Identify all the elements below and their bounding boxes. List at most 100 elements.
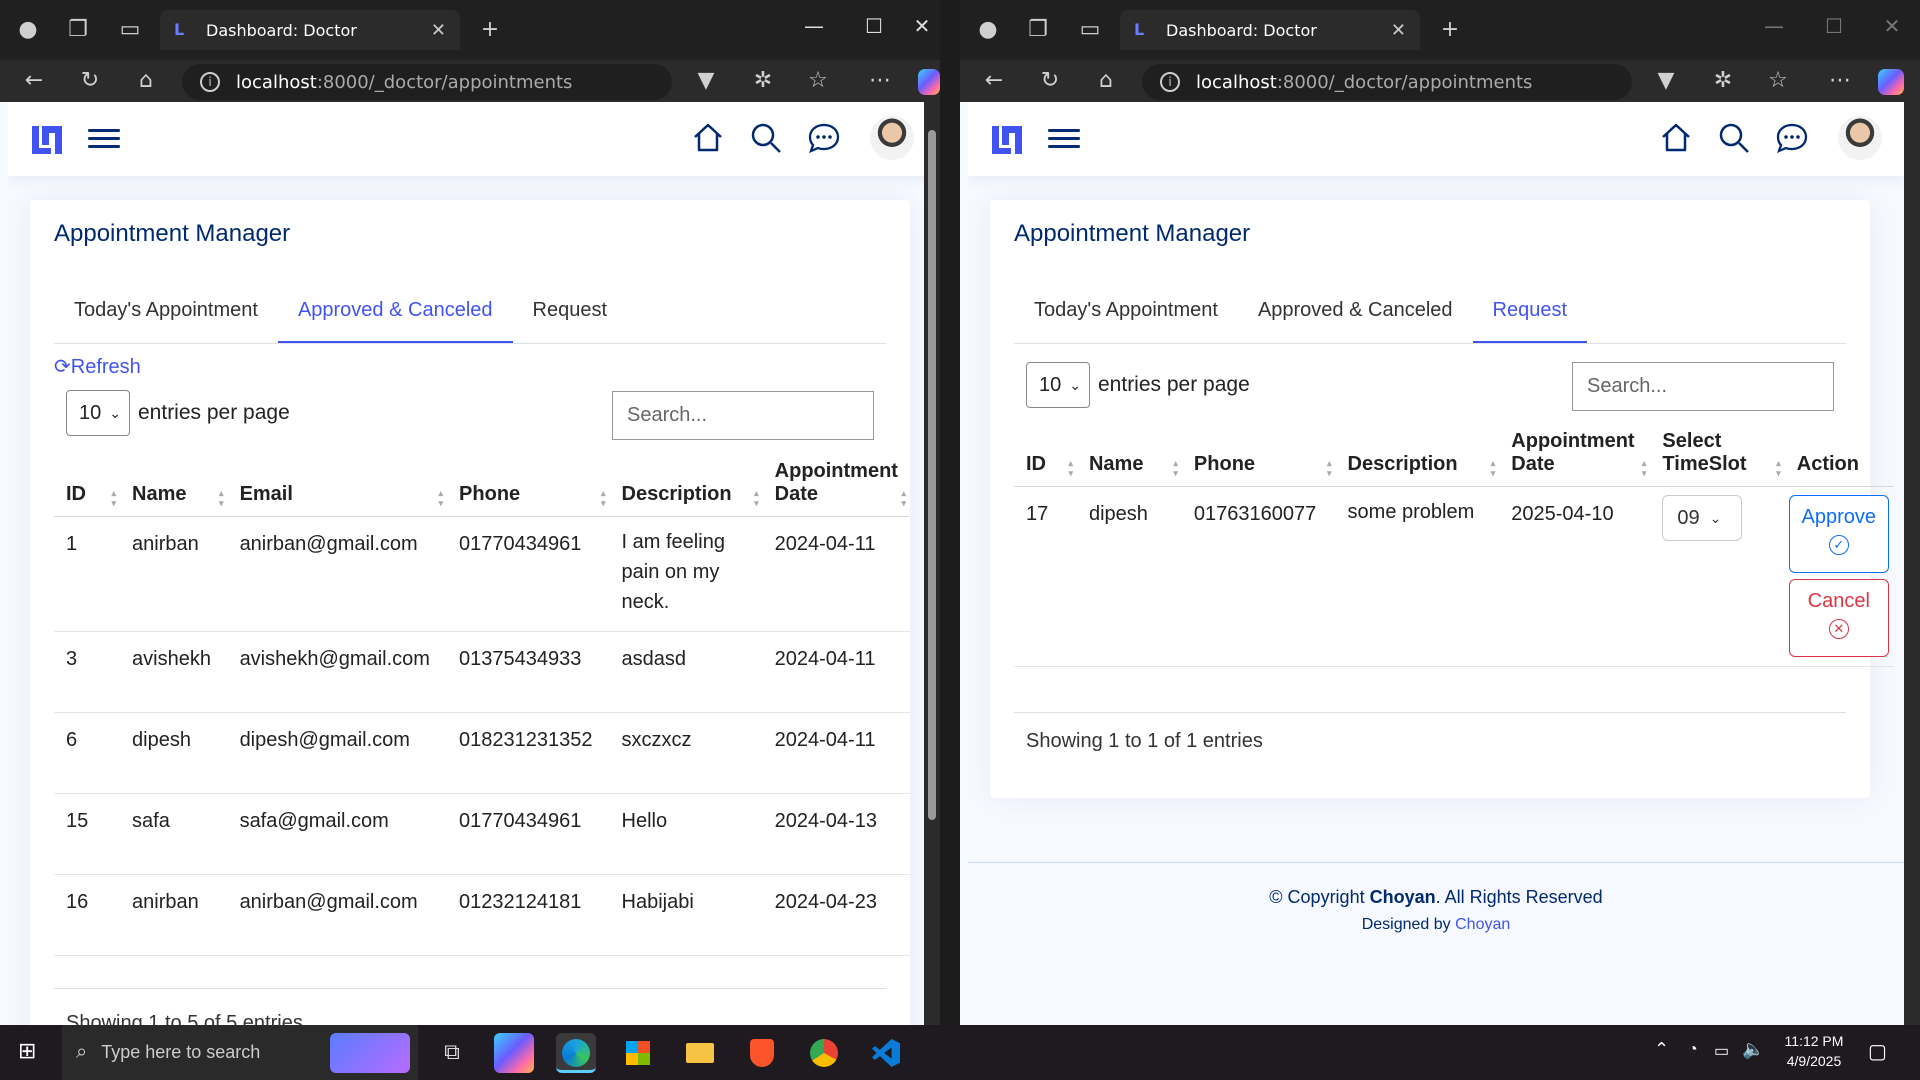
tab-todays-appointment[interactable]: Today's Appointment	[1014, 282, 1238, 343]
timeslot-select[interactable]: 09 ⌄	[1662, 495, 1743, 541]
tab-todays-appointment[interactable]: Today's Appointment	[54, 282, 278, 343]
task-view-icon[interactable]: ⧉	[432, 1033, 472, 1073]
search-input[interactable]: Search...	[1572, 362, 1834, 411]
close-tab-icon[interactable]: ✕	[431, 20, 446, 41]
maximize-icon[interactable]: ☐	[1806, 0, 1862, 52]
notifications-icon[interactable]: ▢	[1868, 1039, 1887, 1064]
app-logo-icon[interactable]	[990, 124, 1024, 156]
app-logo-icon[interactable]	[30, 124, 64, 156]
tab-actions-icon[interactable]: ▭	[1072, 0, 1108, 60]
browser-tab[interactable]: L Dashboard: Doctor ✕	[1120, 10, 1420, 50]
network-icon[interactable]: ◔	[1688, 1041, 1698, 1059]
extensions-puzzle-icon[interactable]: ✲	[1705, 60, 1741, 102]
col-appointment-date[interactable]: Appointment Date ▴ ▾	[1499, 422, 1651, 487]
page-content: Appointment Manager Today's Appointment …	[968, 102, 1904, 1025]
home-icon[interactable]	[1658, 120, 1694, 156]
volume-icon[interactable]: 🔈	[1742, 1039, 1764, 1060]
minimize-icon[interactable]: —	[786, 0, 842, 52]
copilot-icon[interactable]	[1878, 69, 1904, 95]
back-icon[interactable]: ←	[16, 60, 52, 102]
home-browser-icon[interactable]: ⌂	[128, 60, 164, 102]
col-appointment-date[interactable]: Appointment Date ▴ ▾	[762, 452, 910, 517]
battery-icon[interactable]: ▭	[1714, 1041, 1729, 1061]
back-icon[interactable]: ←	[976, 60, 1012, 102]
copilot-app-icon[interactable]	[494, 1033, 534, 1073]
home-browser-icon[interactable]: ⌂	[1088, 60, 1124, 102]
col-select-timeslot[interactable]: Select TimeSlot ▴ ▾	[1650, 422, 1785, 487]
start-icon[interactable]: ⊞	[18, 1041, 40, 1063]
appointment-card: Appointment Manager Today's Appointment …	[30, 200, 910, 1025]
extension-icon[interactable]: ▼	[688, 60, 724, 102]
reload-icon[interactable]: ↻	[1032, 60, 1068, 102]
more-icon[interactable]: ⋯	[862, 60, 898, 102]
vscode-app-icon[interactable]	[866, 1033, 906, 1073]
col-email[interactable]: Email ▴ ▾	[227, 452, 448, 517]
reload-icon[interactable]: ↻	[72, 60, 108, 102]
address-bar[interactable]: i localhost:8000/_doctor/appointments	[1142, 64, 1632, 100]
new-tab-icon[interactable]: +	[472, 0, 508, 60]
scrollbar-right[interactable]	[1904, 102, 1920, 1025]
workspaces-icon[interactable]: ❐	[1020, 0, 1056, 60]
col-description[interactable]: Description ▴ ▾	[609, 452, 763, 517]
col-phone[interactable]: Phone ▴ ▾	[1181, 422, 1336, 487]
avatar[interactable]	[1838, 116, 1882, 160]
approve-button[interactable]: Approve ✓	[1788, 495, 1889, 573]
brave-app-icon[interactable]	[742, 1033, 782, 1073]
col-action[interactable]: Action	[1784, 422, 1894, 487]
tab-request[interactable]: Request	[513, 282, 628, 343]
site-info-icon[interactable]: i	[200, 72, 220, 92]
extensions-puzzle-icon[interactable]: ✲	[745, 60, 781, 102]
col-name[interactable]: Name ▴ ▾	[1076, 422, 1182, 487]
edge-app-icon[interactable]	[556, 1033, 596, 1073]
address-bar[interactable]: i localhost:8000/_doctor/appointments	[182, 64, 672, 100]
col-phone[interactable]: Phone ▴ ▾	[447, 452, 610, 517]
cancel-button[interactable]: Cancel ✕	[1788, 579, 1889, 657]
menu-toggle-icon[interactable]	[1048, 124, 1080, 154]
tab-approved-canceled[interactable]: Approved & Canceled	[1238, 282, 1473, 343]
per-page-select[interactable]: 10 ⌄	[66, 390, 130, 436]
chrome-app-icon[interactable]	[804, 1033, 844, 1073]
per-page-select[interactable]: 10 ⌄	[1026, 362, 1090, 408]
browser-tab[interactable]: L Dashboard: Doctor ✕	[160, 10, 460, 50]
search-icon[interactable]	[748, 120, 784, 156]
home-icon[interactable]	[690, 120, 726, 156]
profile-icon[interactable]: ●	[10, 0, 46, 60]
profile-icon[interactable]: ●	[970, 0, 1006, 60]
favorites-icon[interactable]: ☆	[1760, 60, 1796, 102]
site-info-icon[interactable]: i	[1160, 72, 1180, 92]
close-window-icon[interactable]: ✕	[904, 0, 940, 52]
menu-toggle-icon[interactable]	[88, 124, 120, 154]
col-name[interactable]: Name ▴ ▾	[120, 452, 228, 517]
col-id[interactable]: ID ▴ ▾	[54, 452, 121, 517]
designer-link[interactable]: Choyan	[1455, 916, 1510, 933]
per-page-value: 10	[79, 401, 102, 424]
col-id[interactable]: ID ▴ ▾	[1014, 422, 1077, 487]
more-icon[interactable]: ⋯	[1822, 60, 1858, 102]
favorites-icon[interactable]: ☆	[800, 60, 836, 102]
tab-approved-canceled[interactable]: Approved & Canceled	[277, 282, 513, 343]
search-input[interactable]: Search...	[612, 391, 874, 440]
scrollbar-thumb[interactable]	[928, 130, 936, 820]
clock[interactable]: 11:12 PM 4/9/2025	[1782, 1033, 1846, 1069]
copilot-icon[interactable]	[918, 69, 940, 95]
workspaces-icon[interactable]: ❐	[60, 0, 96, 60]
tray-chevron-icon[interactable]: ⌃	[1654, 1039, 1669, 1060]
store-app-icon[interactable]	[618, 1033, 658, 1073]
tab-actions-icon[interactable]: ▭	[112, 0, 148, 60]
scrollbar-left[interactable]	[924, 102, 940, 1025]
search-icon[interactable]	[1716, 120, 1752, 156]
minimize-icon[interactable]: —	[1746, 0, 1802, 52]
page-content: Appointment Manager Today's Appointment …	[8, 102, 940, 1025]
close-window-icon[interactable]: ✕	[1864, 0, 1920, 52]
avatar[interactable]	[870, 116, 914, 160]
new-tab-icon[interactable]: +	[1432, 0, 1468, 60]
extension-icon[interactable]: ▼	[1648, 60, 1684, 102]
file-explorer-icon[interactable]	[680, 1033, 720, 1073]
maximize-icon[interactable]: ☐	[846, 0, 902, 52]
col-description[interactable]: Description ▴ ▾	[1335, 422, 1500, 487]
tab-request[interactable]: Request	[1472, 282, 1588, 343]
close-tab-icon[interactable]: ✕	[1391, 20, 1406, 41]
refresh-button[interactable]: ⟳Refresh	[54, 354, 141, 379]
chat-icon[interactable]	[806, 120, 842, 156]
chat-icon[interactable]	[1774, 120, 1810, 156]
